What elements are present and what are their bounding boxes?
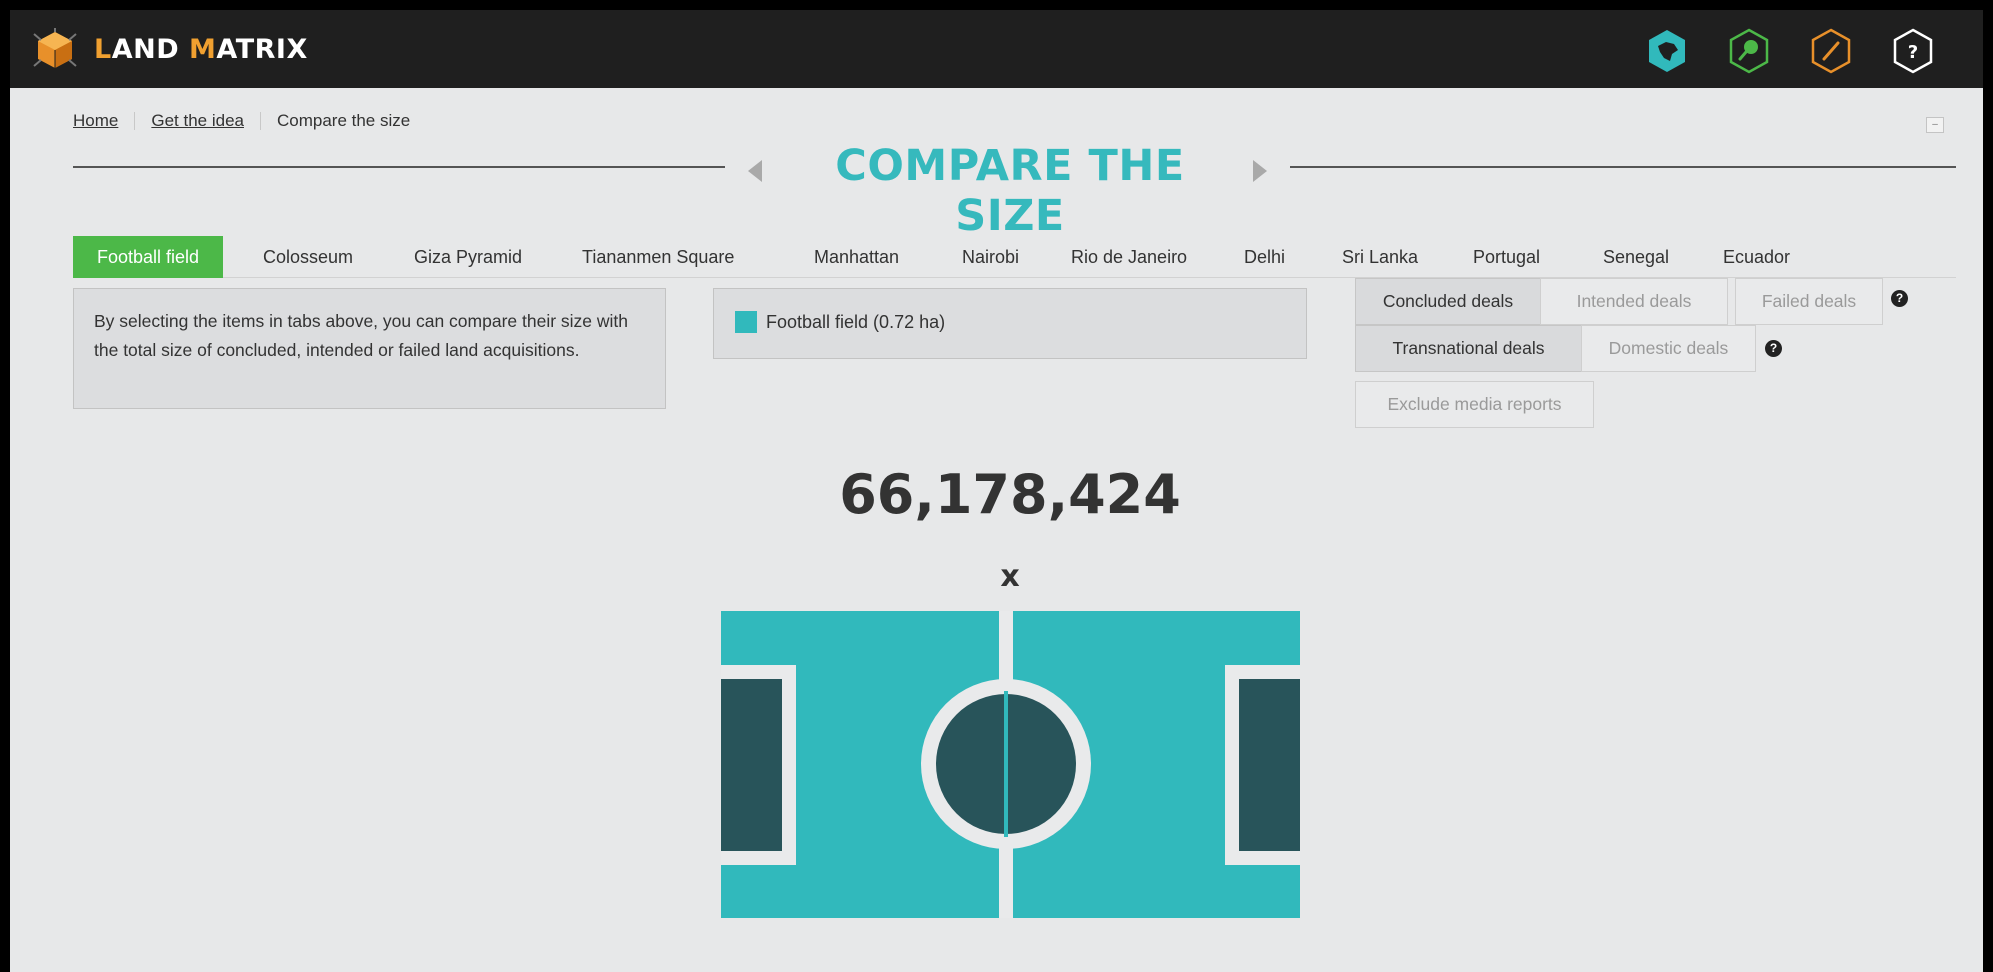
tab-giza-pyramid[interactable]: Giza Pyramid: [414, 236, 522, 278]
top-bar: LAND MATRIX ?: [10, 10, 1983, 88]
tab-tiananmen-square[interactable]: Tiananmen Square: [582, 236, 734, 278]
help-icon[interactable]: ?: [1892, 28, 1934, 74]
tab-sri-lanka[interactable]: Sri Lanka: [1342, 236, 1418, 278]
tab-portugal[interactable]: Portugal: [1473, 236, 1540, 278]
breadcrumb: Home Get the idea Compare the size: [73, 110, 410, 132]
breadcrumb-get-the-idea-link[interactable]: Get the idea: [151, 111, 244, 131]
page-title: COMPARE THE SIZE: [835, 141, 1185, 241]
intended-deals-button[interactable]: Intended deals: [1540, 278, 1728, 325]
breadcrumb-home-link[interactable]: Home: [73, 111, 118, 131]
search-icon[interactable]: [1728, 28, 1770, 74]
breadcrumb-separator: [134, 112, 136, 130]
tab-senegal[interactable]: Senegal: [1603, 236, 1669, 278]
deal-scope-help-icon[interactable]: ?: [1765, 340, 1782, 357]
legend-box: Football field (0.72 ha): [713, 288, 1307, 359]
tab-delhi[interactable]: Delhi: [1244, 236, 1285, 278]
multiply-symbol: x: [1000, 559, 1020, 594]
legend-label: Football field (0.72 ha): [766, 312, 946, 332]
comparison-tabs: Football field Colosseum Giza Pyramid Ti…: [73, 236, 1956, 278]
app-window: LAND MATRIX ? Home Get the idea Compare …: [10, 10, 1983, 972]
brand-text-and: AND: [111, 34, 190, 65]
breadcrumb-current: Compare the size: [276, 111, 411, 130]
minimize-button[interactable]: –: [1926, 117, 1944, 133]
tab-ecuador[interactable]: Ecuador: [1723, 236, 1790, 278]
edit-icon[interactable]: [1810, 28, 1852, 74]
failed-deals-button[interactable]: Failed deals: [1735, 278, 1883, 325]
tab-rio-de-janeiro[interactable]: Rio de Janeiro: [1071, 236, 1187, 278]
brand-letter-m: M: [189, 34, 217, 65]
football-field-illustration: [721, 611, 1300, 918]
previous-arrow-icon[interactable]: [748, 160, 762, 182]
map-icon[interactable]: [1646, 28, 1688, 74]
info-text: By selecting the items in tabs above, yo…: [94, 311, 629, 360]
deal-status-help-icon[interactable]: ?: [1891, 290, 1908, 307]
brand-letter-l: L: [94, 34, 112, 65]
help-icon-glyph: ?: [1908, 42, 1918, 63]
comparison-count: 66,178,424: [839, 463, 1181, 526]
domestic-deals-button[interactable]: Domestic deals: [1581, 325, 1756, 372]
brand-title[interactable]: LAND MATRIX: [94, 33, 308, 67]
tab-manhattan[interactable]: Manhattan: [814, 236, 899, 278]
tab-football-field[interactable]: Football field: [73, 236, 224, 278]
legend-swatch: [735, 311, 757, 333]
transnational-deals-button[interactable]: Transnational deals: [1355, 325, 1582, 372]
brand-text-atrix: ATRIX: [216, 34, 308, 65]
tab-nairobi[interactable]: Nairobi: [962, 236, 1019, 278]
breadcrumb-separator: [259, 112, 261, 130]
next-arrow-icon[interactable]: [1253, 160, 1267, 182]
info-box: By selecting the items in tabs above, yo…: [73, 288, 666, 409]
tab-colosseum[interactable]: Colosseum: [263, 236, 353, 278]
title-rule-left: [73, 166, 725, 168]
concluded-deals-button[interactable]: Concluded deals: [1355, 278, 1541, 325]
land-matrix-logo-icon[interactable]: [32, 28, 78, 72]
title-rule-right: [1290, 166, 1956, 168]
exclude-media-reports-button[interactable]: Exclude media reports: [1355, 381, 1594, 428]
